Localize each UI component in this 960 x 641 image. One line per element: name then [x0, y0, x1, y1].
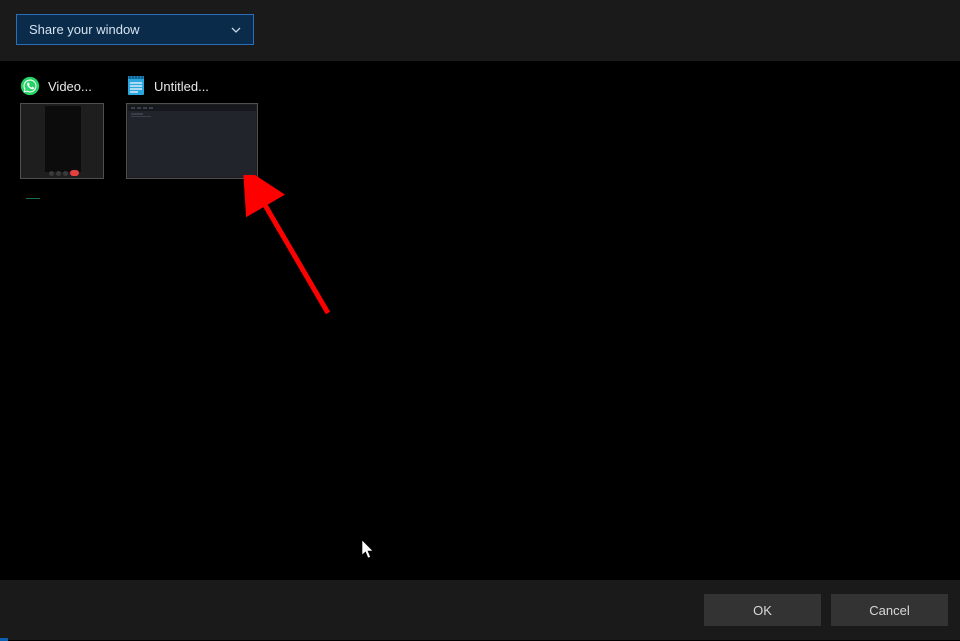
footer-bar: OK Cancel — [0, 580, 960, 640]
notepad-icon — [126, 76, 146, 96]
accent-mark — [26, 198, 40, 199]
window-thumbnail — [126, 103, 258, 179]
cursor-icon — [362, 540, 376, 563]
share-mode-dropdown[interactable]: Share your window — [16, 14, 254, 45]
dropdown-label: Share your window — [29, 22, 140, 37]
window-option-video[interactable]: Video... — [20, 75, 104, 179]
option-header: Video... — [20, 75, 104, 97]
option-label: Untitled... — [154, 79, 209, 94]
ok-button[interactable]: OK — [704, 594, 821, 626]
option-header: Untitled... — [126, 75, 258, 97]
cancel-button[interactable]: Cancel — [831, 594, 948, 626]
whatsapp-icon — [20, 76, 40, 96]
window-thumbnail — [20, 103, 104, 179]
annotation-arrow-icon — [240, 175, 350, 338]
option-label: Video... — [48, 79, 92, 94]
window-grid: Video... — [0, 61, 960, 193]
header-bar: Share your window — [0, 0, 960, 61]
chevron-down-icon — [231, 25, 241, 35]
window-option-untitled[interactable]: Untitled... — [126, 75, 258, 179]
